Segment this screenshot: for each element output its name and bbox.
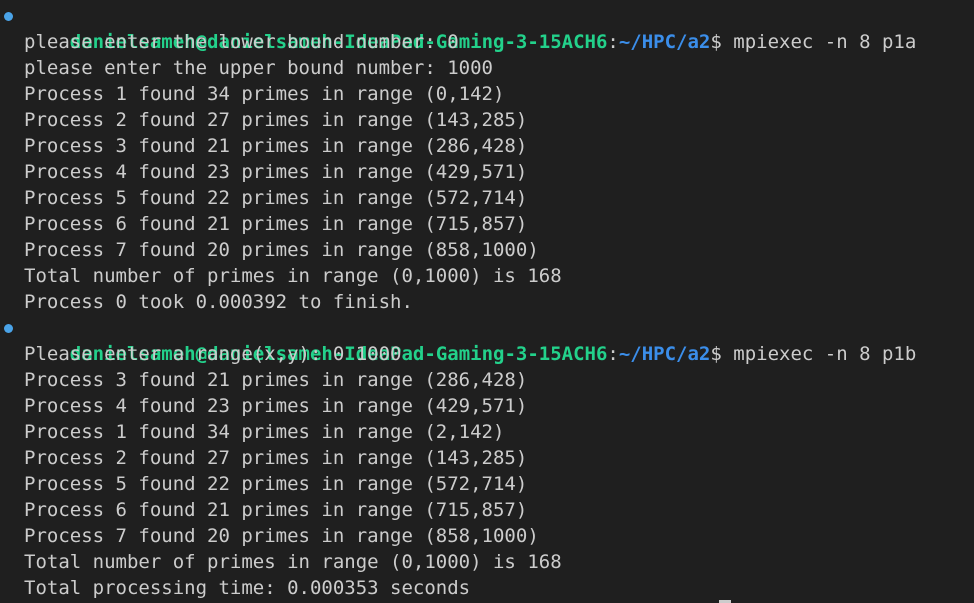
output-line: Process 0 took 0.000392 to finish. — [24, 291, 413, 313]
prompt-line-2: danielsameh@danielsameh-IdeaPad-Gaming-3… — [0, 315, 974, 365]
output-line: Process 4 found 23 primes in range (429,… — [24, 161, 528, 183]
terminal-window[interactable]: danielsameh@danielsameh-IdeaPad-Gaming-3… — [0, 0, 974, 603]
output-line: Process 6 found 21 primes in range (715,… — [24, 499, 528, 521]
output-line: Process 3 found 21 primes in range (286,… — [24, 369, 528, 391]
output-line: Process 6 found 21 primes in range (715,… — [24, 213, 528, 235]
output-line: Process 7 found 20 primes in range (858,… — [24, 525, 539, 547]
output-line: Process 3 found 21 primes in range (286,… — [24, 135, 528, 157]
output-line: Process 4 found 23 primes in range (429,… — [24, 395, 528, 417]
output-line: Process 7 found 20 primes in range (858,… — [24, 239, 539, 261]
output-line: Process 2 found 27 primes in range (143,… — [24, 447, 528, 469]
output-line: Total number of primes in range (0,1000)… — [24, 551, 562, 573]
output-line: Process 5 found 22 primes in range (572,… — [24, 473, 528, 495]
prompt-line-1: danielsameh@danielsameh-IdeaPad-Gaming-3… — [0, 3, 974, 53]
output-line: please enter the lower bound number: 0 — [24, 31, 459, 53]
output-line: Process 5 found 22 primes in range (572,… — [24, 187, 528, 209]
output-line: Process 1 found 34 primes in range (0,14… — [24, 83, 505, 105]
command-decoration-icon[interactable] — [4, 324, 13, 333]
output-line: Process 2 found 27 primes in range (143,… — [24, 109, 528, 131]
command-decoration-icon[interactable] — [4, 12, 13, 21]
output-line: Total number of primes in range (0,1000)… — [24, 265, 562, 287]
output-line: Please enter a range(x,y): 0 1000 — [24, 343, 402, 365]
output-line: Total processing time: 0.000353 seconds — [24, 577, 471, 599]
output-line: please enter the upper bound number: 100… — [24, 57, 493, 79]
output-line: Process 1 found 34 primes in range (2,14… — [24, 421, 505, 443]
